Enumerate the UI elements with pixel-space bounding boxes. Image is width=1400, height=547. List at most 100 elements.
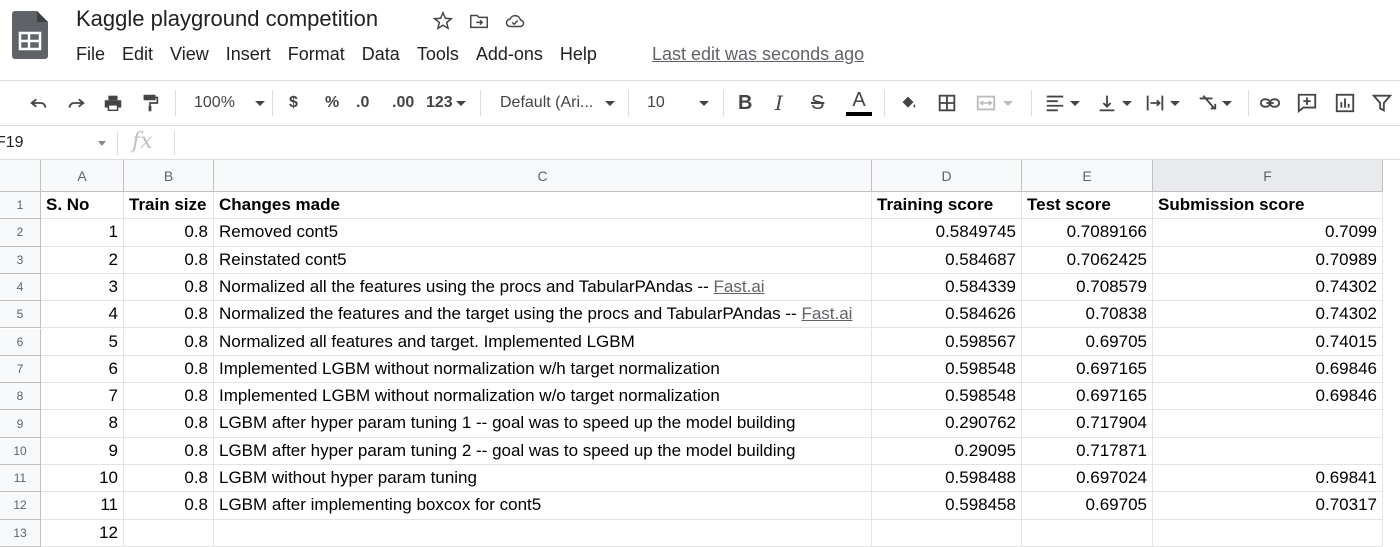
column-header-f[interactable]: F: [1153, 160, 1383, 192]
last-edit-link[interactable]: Last edit was seconds ago: [652, 44, 864, 65]
column-header-a[interactable]: A: [41, 160, 124, 192]
print-button[interactable]: [102, 81, 124, 125]
cloud-saved-icon[interactable]: [504, 10, 526, 32]
star-icon[interactable]: [432, 10, 454, 32]
cell-d[interactable]: 0.584687: [872, 246, 1022, 274]
cell-b[interactable]: 0.8: [124, 437, 214, 465]
vertical-align-button[interactable]: [1096, 81, 1132, 125]
row-header[interactable]: 5: [0, 301, 41, 329]
cell-a[interactable]: 8: [41, 410, 124, 438]
cell-d[interactable]: 0.598458: [872, 492, 1022, 520]
cell-b[interactable]: [124, 519, 214, 547]
cell-d[interactable]: 0.5849745: [872, 219, 1022, 247]
column-header-b[interactable]: B: [124, 160, 214, 192]
column-header-e[interactable]: E: [1022, 160, 1153, 192]
cell-c[interactable]: Normalized all features and target. Impl…: [214, 328, 872, 356]
cell-e[interactable]: 0.717871: [1022, 437, 1153, 465]
cell-a[interactable]: 4: [41, 301, 124, 329]
cell-f[interactable]: Submission score: [1153, 192, 1383, 220]
cell-c[interactable]: LGBM without hyper param tuning: [214, 465, 872, 493]
cell-a[interactable]: 3: [41, 273, 124, 302]
cell-e[interactable]: 0.697165: [1022, 383, 1153, 411]
cell-c[interactable]: LGBM after implementing boxcox for cont5: [214, 492, 872, 520]
cell-f[interactable]: 0.70317: [1153, 492, 1383, 520]
cell-d[interactable]: Training score: [872, 192, 1022, 220]
cell-c[interactable]: Implemented LGBM without normalization w…: [214, 355, 872, 384]
row-header[interactable]: 9: [0, 410, 41, 438]
cell-c[interactable]: Reinstated cont5: [214, 246, 872, 274]
menu-addons[interactable]: Add-ons: [476, 44, 543, 65]
horizontal-align-button[interactable]: [1044, 81, 1080, 125]
cell-d[interactable]: 0.29095: [872, 437, 1022, 465]
insert-link-button[interactable]: [1259, 81, 1281, 125]
menu-help[interactable]: Help: [560, 44, 597, 65]
cell-d[interactable]: 0.584626: [872, 301, 1022, 329]
cell-b[interactable]: Train size: [124, 192, 214, 220]
bold-button[interactable]: B: [738, 81, 752, 125]
cell-a[interactable]: 11: [41, 492, 124, 520]
cell-b[interactable]: 0.8: [124, 355, 214, 384]
cell-d[interactable]: 0.598548: [872, 383, 1022, 411]
cell-f[interactable]: 0.74015: [1153, 328, 1383, 356]
formula-input[interactable]: [182, 132, 1382, 154]
cell-d[interactable]: 0.584339: [872, 273, 1022, 302]
cell-c[interactable]: LGBM after hyper param tuning 1 -- goal …: [214, 410, 872, 438]
cell-a[interactable]: 1: [41, 219, 124, 247]
menu-insert[interactable]: Insert: [226, 44, 271, 65]
cell-f[interactable]: 0.74302: [1153, 301, 1383, 329]
row-header[interactable]: 8: [0, 383, 41, 411]
merge-cells-button[interactable]: [975, 81, 1013, 125]
more-formats-button[interactable]: 123: [426, 81, 466, 125]
row-header[interactable]: 6: [0, 328, 41, 356]
cell-e[interactable]: [1022, 519, 1153, 547]
insert-chart-button[interactable]: [1334, 81, 1356, 125]
document-title[interactable]: Kaggle playground competition: [76, 6, 378, 32]
paint-format-button[interactable]: [139, 81, 161, 125]
cell-b[interactable]: 0.8: [124, 492, 214, 520]
menu-file[interactable]: File: [76, 44, 105, 65]
cell-b[interactable]: 0.8: [124, 219, 214, 247]
cell-a[interactable]: 7: [41, 383, 124, 411]
row-header[interactable]: 11: [0, 465, 41, 493]
cell-a[interactable]: 6: [41, 355, 124, 384]
undo-button[interactable]: [28, 81, 50, 125]
move-to-folder-icon[interactable]: [468, 10, 490, 32]
cell-c[interactable]: LGBM after hyper param tuning 2 -- goal …: [214, 437, 872, 465]
fill-color-button[interactable]: [897, 81, 919, 125]
cell-e[interactable]: Test score: [1022, 192, 1153, 220]
cell-e[interactable]: 0.70838: [1022, 301, 1153, 329]
cell-e[interactable]: 0.69705: [1022, 492, 1153, 520]
row-header[interactable]: 3: [0, 246, 41, 274]
cell-f[interactable]: 0.69846: [1153, 383, 1383, 411]
select-all-corner[interactable]: [0, 160, 41, 192]
cell-f[interactable]: [1153, 519, 1383, 547]
menu-data[interactable]: Data: [362, 44, 400, 65]
cell-f[interactable]: 0.69841: [1153, 465, 1383, 493]
cell-b[interactable]: 0.8: [124, 465, 214, 493]
borders-button[interactable]: [936, 81, 958, 125]
row-header[interactable]: 12: [0, 492, 41, 520]
cell-d[interactable]: 0.598548: [872, 355, 1022, 384]
chevron-down-icon[interactable]: [98, 141, 106, 146]
cell-c[interactable]: Implemented LGBM without normalization w…: [214, 383, 872, 411]
insert-comment-button[interactable]: [1296, 81, 1318, 125]
cell-e[interactable]: 0.697024: [1022, 465, 1153, 493]
text-rotation-button[interactable]: [1196, 81, 1232, 125]
column-header-c[interactable]: C: [214, 160, 872, 192]
cell-a[interactable]: S. No: [41, 192, 124, 220]
cell-f[interactable]: [1153, 410, 1383, 438]
row-header[interactable]: 1: [0, 192, 41, 220]
cell-e[interactable]: 0.697165: [1022, 355, 1153, 384]
name-box[interactable]: F19: [0, 134, 24, 152]
text-color-button[interactable]: A: [846, 81, 872, 125]
cell-e[interactable]: 0.7089166: [1022, 219, 1153, 247]
cell-e[interactable]: 0.717904: [1022, 410, 1153, 438]
strikethrough-button[interactable]: S: [811, 81, 824, 125]
cell-a[interactable]: 12: [41, 519, 124, 547]
cell-b[interactable]: 0.8: [124, 383, 214, 411]
menu-tools[interactable]: Tools: [417, 44, 459, 65]
cell-f[interactable]: 0.7099: [1153, 219, 1383, 247]
cell-d[interactable]: 0.598567: [872, 328, 1022, 356]
cell-d[interactable]: 0.598488: [872, 465, 1022, 493]
cell-f[interactable]: 0.74302: [1153, 273, 1383, 302]
